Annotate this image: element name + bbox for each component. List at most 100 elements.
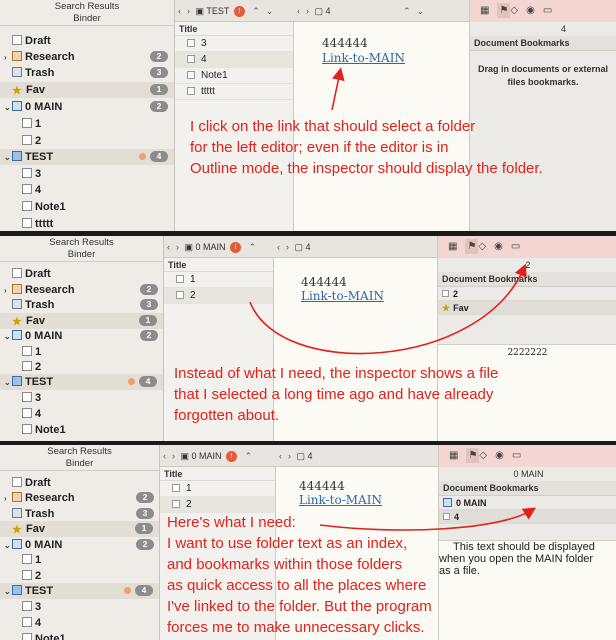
binder-item-2[interactable]: 2 [22, 568, 158, 584]
back-arrow-icon[interactable]: ‹ [178, 6, 181, 16]
outline-row[interactable]: 2 [160, 497, 275, 513]
binder-item-trash[interactable]: Trash 3 [4, 65, 174, 81]
search-results-label[interactable]: Search Results [0, 446, 159, 458]
snapshot-icon[interactable]: ◉ [526, 5, 543, 16]
binder-item-draft[interactable]: Draft [4, 475, 160, 491]
binder-item-test[interactable]: ⌄ TEST 4 [0, 374, 163, 390]
comment-icon[interactable]: ▭ [511, 241, 528, 252]
outline-row[interactable]: 1 [164, 272, 273, 288]
snapshot-icon[interactable]: ◉ [494, 241, 511, 252]
forward-arrow-icon[interactable]: › [286, 242, 289, 252]
binder-item-note1[interactable]: Note1 [22, 422, 162, 438]
snapshot-icon[interactable]: ◉ [495, 450, 512, 461]
outline-row[interactable]: 3 [175, 36, 293, 52]
title-column-header[interactable]: Title [160, 467, 275, 481]
bookmark-icon[interactable]: ⚑ [465, 239, 479, 254]
outline-row[interactable]: ttttt [175, 84, 293, 100]
binder-item-fav[interactable]: ★ Fav 1 [0, 82, 174, 98]
binder-item-2[interactable]: 2 [22, 133, 172, 149]
outline-row[interactable]: 2 [164, 288, 273, 304]
outline-breadcrumb[interactable]: 0 MAIN [196, 242, 226, 252]
editor-breadcrumb[interactable]: 4 [306, 242, 311, 252]
binder-item-1[interactable]: 1 [22, 116, 172, 132]
binder-item-fav[interactable]: ★ Fav 1 [0, 521, 159, 537]
up-arrow-icon[interactable]: ⌃ [403, 6, 411, 16]
binder-item-draft[interactable]: Draft [4, 33, 174, 49]
binder-item-research[interactable]: › Research 2 [4, 49, 174, 65]
link-to-main[interactable]: Link-to-MAIN [299, 493, 382, 507]
notes-icon[interactable]: ▦ [449, 450, 466, 461]
tag-icon[interactable]: ◇ [510, 5, 526, 16]
binder-item-test[interactable]: ⌄ TEST 4 [0, 583, 159, 599]
up-arrow-icon[interactable]: ⌃ [245, 451, 253, 461]
link-to-main[interactable]: Link-to-MAIN [301, 289, 384, 303]
bookmark-row[interactable]: ★ Fav [438, 301, 616, 315]
binder-item-4[interactable]: 4 [22, 406, 162, 422]
forward-arrow-icon[interactable]: › [306, 6, 309, 16]
binder-item-3[interactable]: 3 [22, 390, 162, 406]
outline-breadcrumb[interactable]: 0 MAIN [192, 451, 222, 461]
up-arrow-icon[interactable]: ⌃ [252, 6, 260, 16]
inspector-document-name: 2 [525, 260, 531, 270]
bookmark-icon[interactable]: ⚑ [466, 448, 480, 463]
title-column-header[interactable]: Title [164, 258, 273, 272]
binder-item-3[interactable]: 3 [22, 166, 172, 182]
binder-item-1[interactable]: 1 [22, 344, 162, 360]
binder-item-main[interactable]: ⌄ 0 MAIN 2 [4, 99, 174, 115]
binder-item-note1[interactable]: Note1 [22, 199, 172, 215]
outline-row[interactable]: 1 [160, 481, 275, 497]
outline-row[interactable]: 4 [175, 52, 293, 68]
back-arrow-icon[interactable]: ‹ [279, 451, 282, 461]
forward-arrow-icon[interactable]: › [176, 242, 179, 252]
binder-item-trash[interactable]: Trash 3 [4, 297, 164, 313]
binder-item-main[interactable]: ⌄ 0 MAIN 2 [4, 537, 160, 553]
binder-item-research[interactable]: › Research 2 [4, 490, 160, 506]
bookmark-icon[interactable]: ⚑ [497, 3, 511, 18]
forward-arrow-icon[interactable]: › [187, 6, 190, 16]
binder-item-trash[interactable]: Trash 3 [4, 506, 160, 522]
back-arrow-icon[interactable]: ‹ [297, 6, 300, 16]
back-arrow-icon[interactable]: ‹ [163, 451, 166, 461]
down-arrow-icon[interactable]: ⌄ [417, 6, 425, 16]
binder-item-research[interactable]: › Research 2 [4, 282, 164, 298]
document-bookmarks-header[interactable]: Document Bookmarks [439, 481, 616, 496]
search-results-label[interactable]: Search Results [0, 1, 174, 13]
binder-item-test[interactable]: ⌄ TEST 4 [0, 149, 174, 165]
document-bookmarks-header[interactable]: Document Bookmarks [470, 36, 616, 51]
outline-row[interactable]: Note1 [175, 68, 293, 84]
editor-breadcrumb[interactable]: 4 [308, 451, 313, 461]
up-arrow-icon[interactable]: ⌃ [249, 242, 257, 252]
forward-arrow-icon[interactable]: › [172, 451, 175, 461]
back-arrow-icon[interactable]: ‹ [277, 242, 280, 252]
binder-item-main[interactable]: ⌄ 0 MAIN 2 [4, 328, 164, 344]
document-bookmarks-header[interactable]: Document Bookmarks [438, 272, 616, 287]
count-badge: 1 [150, 84, 168, 95]
title-column-header[interactable]: Title [175, 22, 293, 36]
search-results-label[interactable]: Search Results [0, 237, 163, 249]
bookmark-row[interactable]: 2 [438, 287, 616, 301]
tag-icon[interactable]: ◇ [479, 450, 495, 461]
binder-item-ttttt[interactable]: ttttt [22, 216, 172, 231]
binder-item-1[interactable]: 1 [22, 552, 158, 568]
comment-icon[interactable]: ▭ [543, 5, 560, 16]
link-to-main[interactable]: Link-to-MAIN [322, 51, 405, 65]
binder-item-4[interactable]: 4 [22, 182, 172, 198]
notes-icon[interactable]: ▦ [480, 5, 497, 16]
bookmark-row[interactable]: 0 MAIN [439, 496, 616, 510]
down-arrow-icon[interactable]: ⌄ [266, 6, 274, 16]
binder-item-2[interactable]: 2 [22, 359, 162, 375]
binder-item-draft[interactable]: Draft [4, 266, 164, 282]
notes-icon[interactable]: ▦ [448, 241, 465, 252]
editor-breadcrumb[interactable]: 4 [326, 6, 331, 16]
bookmark-row[interactable]: 4 [439, 510, 616, 524]
binder-item-fav[interactable]: ★ Fav 1 [0, 313, 163, 329]
outline-breadcrumb[interactable]: TEST [206, 6, 229, 16]
binder-item-4[interactable]: 4 [22, 615, 158, 631]
binder-item-3[interactable]: 3 [22, 599, 158, 615]
forward-arrow-icon[interactable]: › [288, 451, 291, 461]
comment-icon[interactable]: ▭ [512, 450, 529, 461]
back-arrow-icon[interactable]: ‹ [167, 242, 170, 252]
tag-icon[interactable]: ◇ [478, 241, 494, 252]
binder-item-note1[interactable]: Note1 [22, 631, 158, 640]
inspector-text-area[interactable]: This text should be displayed when you o… [439, 540, 616, 640]
